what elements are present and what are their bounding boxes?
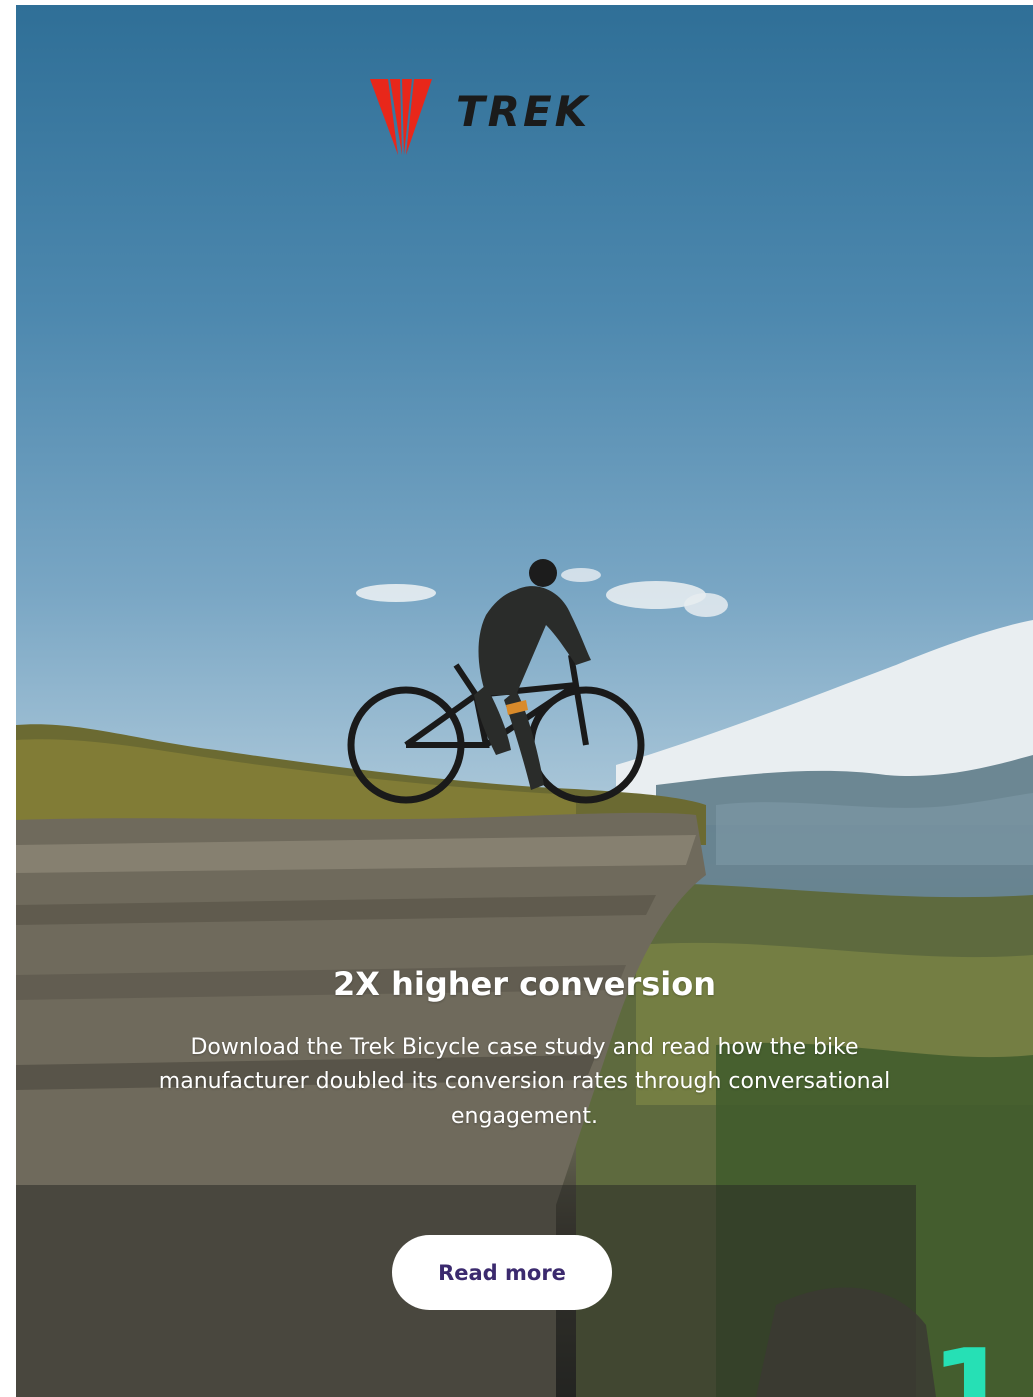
read-more-button[interactable]: Read more	[392, 1235, 612, 1310]
hero-photo	[16, 559, 1033, 1397]
cloud	[561, 568, 601, 582]
trek-logo: TREK	[368, 77, 688, 157]
trek-logo-icon	[370, 79, 432, 155]
cloud	[684, 593, 728, 617]
hero-description: Download the Trek Bicycle case study and…	[158, 1035, 891, 1129]
hero-banner: TREK 2X higher conversion Download the T…	[16, 5, 1033, 1397]
hero-headline: 2X higher conversion	[333, 965, 716, 1003]
hero-content: 2X higher conversion Download the Trek B…	[16, 965, 1033, 1134]
trek-logo-wordmark: TREK	[456, 87, 591, 136]
corner-brand-mark: 1	[930, 1335, 1033, 1397]
cloud	[356, 584, 436, 602]
page: TREK 2X higher conversion Download the T…	[0, 0, 1033, 1397]
